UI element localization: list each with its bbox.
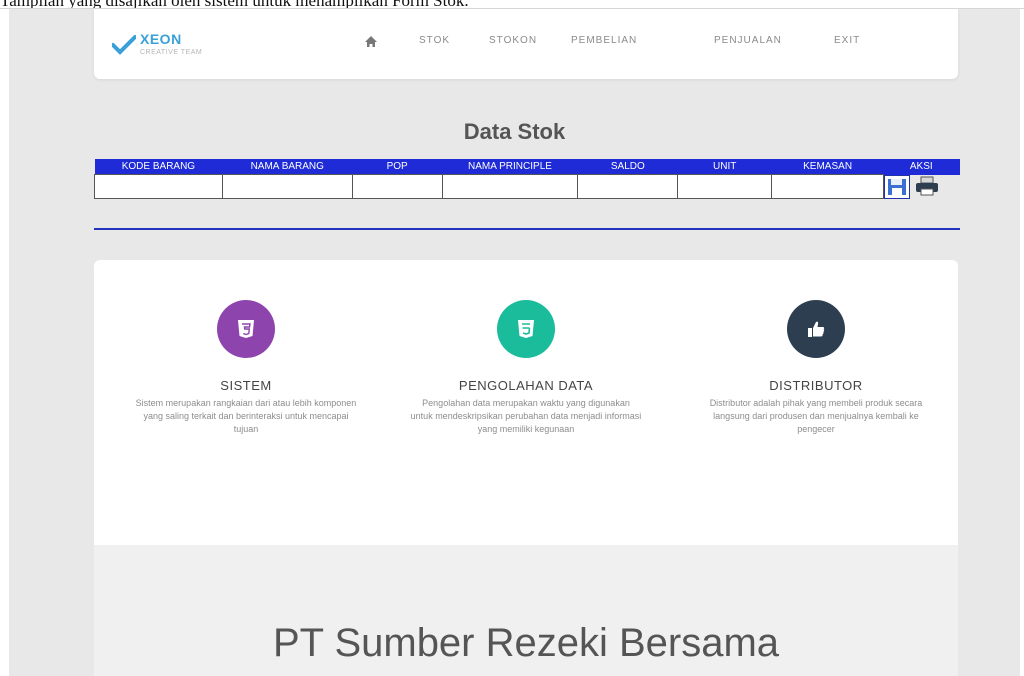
section-divider	[94, 228, 960, 230]
css3-icon	[518, 320, 534, 338]
feature-description: Pengolahan data merupakan waktu yang dig…	[410, 398, 642, 434]
page-title: Data Stok	[463, 119, 566, 144]
col-kemasan: KEMASAN	[771, 159, 884, 175]
table-header-row: KODE BARANG NAMA BARANG POP NAMA PRINCIP…	[94, 159, 960, 175]
check-icon	[112, 35, 136, 55]
feature-icon-circle	[217, 300, 275, 358]
feature-title: DISTRIBUTOR	[769, 378, 863, 393]
printer-icon[interactable]	[914, 175, 940, 197]
nav-item-pembelian[interactable]: PEMBELIAN	[571, 35, 637, 46]
feature-description: Sistem merupakan rangkaian dari atau leb…	[135, 398, 357, 434]
aksi-cell	[884, 174, 960, 199]
feature-card-sistem: SISTEM Sistem merupakan rangkaian dari a…	[126, 300, 366, 436]
saldo-cell[interactable]	[577, 174, 679, 199]
company-name: PT Sumber Rezeki Bersama	[272, 621, 780, 665]
feature-title: SISTEM	[220, 378, 272, 393]
floppy-icon[interactable]	[884, 174, 911, 199]
feature-title: PENGOLAHAN DATA	[458, 378, 594, 393]
table-row	[94, 174, 960, 199]
company-section: PT Sumber Rezeki Bersama	[94, 545, 958, 676]
nav-item-stokon[interactable]: STOKON	[489, 35, 537, 46]
html5-icon	[238, 320, 254, 338]
feature-description: Distributor adalah pihak yang membeli pr…	[709, 398, 923, 434]
kode-barang-cell[interactable]	[94, 174, 223, 199]
unit-cell[interactable]	[677, 174, 773, 199]
feature-card-pengolahan-data: PENGOLAHAN DATA Pengolahan data merupaka…	[406, 300, 646, 436]
home-icon[interactable]	[364, 34, 378, 48]
navbar: XEON CREATIVE TEAM STOK STOKON PEMBELIAN…	[94, 9, 958, 79]
col-nama-principle: NAMA PRINCIPLE	[442, 159, 578, 175]
brand-subtitle: CREATIVE TEAM	[140, 49, 203, 56]
col-saldo: SALDO	[577, 159, 678, 175]
brand-logo[interactable]: XEON CREATIVE TEAM	[112, 29, 232, 65]
col-nama-barang: NAMA BARANG	[222, 159, 353, 175]
thumbs-up-icon	[808, 321, 825, 337]
col-aksi: AKSI	[883, 159, 960, 175]
nav-item-stok[interactable]: STOK	[419, 35, 450, 46]
feature-card-distributor: DISTRIBUTOR Distributor adalah pihak yan…	[696, 300, 936, 436]
col-kode-barang: KODE BARANG	[94, 159, 223, 175]
nama-barang-cell[interactable]	[221, 174, 353, 199]
stok-table: KODE BARANG NAMA BARANG POP NAMA PRINCIP…	[94, 159, 960, 199]
feature-icon-circle	[497, 300, 555, 358]
kemasan-cell[interactable]	[771, 174, 885, 199]
brand-name: XEON	[140, 31, 182, 47]
nav-item-exit[interactable]: EXIT	[834, 35, 860, 46]
feature-icon-circle	[787, 300, 845, 358]
col-pop: POP	[352, 159, 443, 175]
pop-cell[interactable]	[351, 174, 443, 199]
col-unit: UNIT	[677, 159, 772, 175]
nav-item-penjualan[interactable]: PENJUALAN	[714, 35, 782, 46]
nama-principle-cell[interactable]	[441, 174, 579, 199]
page-caption: Tampilan yang disajikan oleh sistem untu…	[0, 0, 1024, 8]
features-section: SISTEM Sistem merupakan rangkaian dari a…	[94, 260, 958, 545]
browser-viewport: XEON CREATIVE TEAM STOK STOKON PEMBELIAN…	[9, 9, 1020, 676]
